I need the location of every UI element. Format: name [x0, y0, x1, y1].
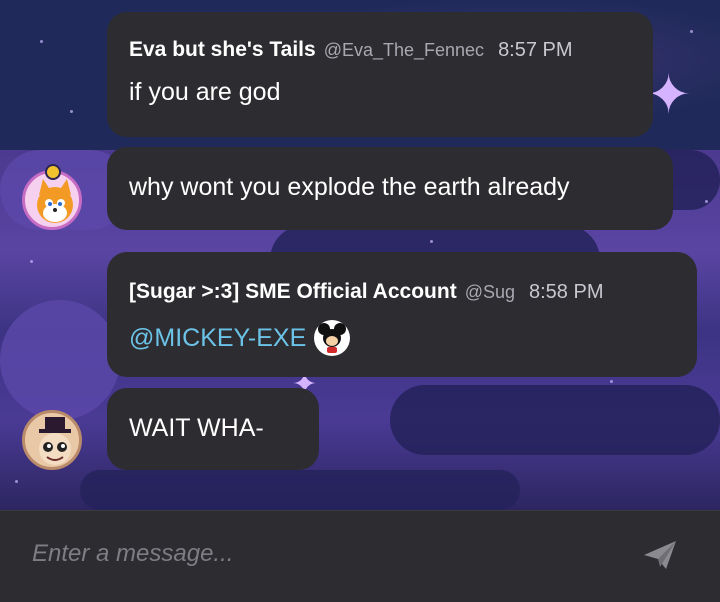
- author-name[interactable]: Eva but she's Tails: [129, 38, 316, 62]
- message-text: why wont you explode the earth already: [129, 173, 570, 201]
- message-input[interactable]: [30, 537, 594, 571]
- message-bubble[interactable]: Eva but she's Tails @Eva_The_Fennec 8:57…: [107, 12, 653, 137]
- message-bubble[interactable]: why wont you explode the earth already: [107, 147, 673, 230]
- message-timestamp: 8:58 PM: [529, 281, 604, 303]
- avatar[interactable]: [22, 410, 82, 470]
- author-handle[interactable]: @Eva_The_Fennec: [324, 40, 484, 61]
- message-header: Eva but she's Tails @Eva_The_Fennec 8:57…: [129, 38, 631, 62]
- message-header: [Sugar >:3] SME Official Account @Sug 8:…: [129, 280, 675, 304]
- message-timestamp: 8:57 PM: [498, 39, 573, 61]
- message-body: @MICKEY-EXE: [129, 320, 675, 356]
- message-bubble[interactable]: [Sugar >:3] SME Official Account @Sug 8:…: [107, 252, 697, 377]
- message-bubble[interactable]: WAIT WHA-: [107, 388, 319, 470]
- author-name[interactable]: [Sugar >:3] SME Official Account: [129, 280, 457, 304]
- author-handle[interactable]: @Sug: [465, 282, 515, 303]
- mickey-sticker-icon: [314, 320, 351, 356]
- message-text: if you are god: [129, 78, 281, 106]
- mention-link[interactable]: @MICKEY-EXE: [129, 324, 306, 353]
- paper-plane-icon: [644, 541, 676, 569]
- avatar-badge-icon: [45, 164, 61, 180]
- message-text: WAIT WHA-: [129, 414, 264, 442]
- send-button[interactable]: [640, 537, 680, 573]
